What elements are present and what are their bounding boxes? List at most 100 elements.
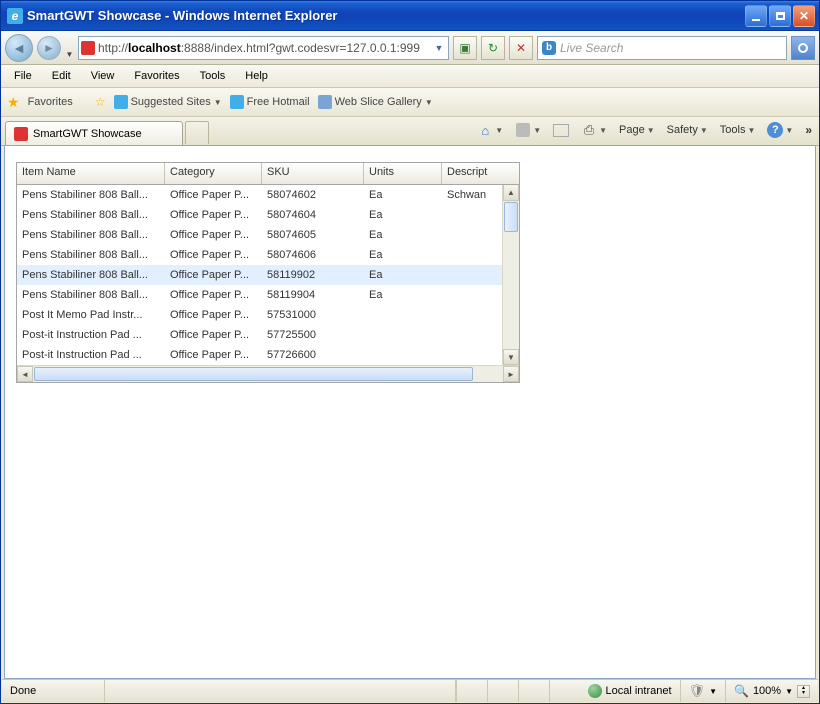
bing-icon: b [542, 41, 556, 55]
search-box[interactable]: b Live Search [537, 36, 787, 60]
cell: Office Paper P... [165, 189, 262, 201]
menu-view[interactable]: View [82, 68, 124, 84]
table-row[interactable]: Post It Memo Pad Instr...Office Paper P.… [17, 305, 503, 325]
safety-menu[interactable]: Safety▼ [664, 122, 711, 138]
cell: 57726600 [262, 349, 364, 361]
search-go-button[interactable] [791, 36, 815, 60]
security-zone[interactable]: Local intranet [580, 680, 681, 702]
vertical-scrollbar[interactable]: ▲ ▼ [502, 185, 519, 365]
nav-toolbar: ◄ ► ▼ http://localhost:8888/index.html?g… [1, 31, 819, 65]
protected-mode[interactable]: 🛡▼ [681, 680, 726, 702]
scroll-right-icon[interactable]: ► [503, 366, 519, 382]
table-row[interactable]: Pens Stabiliner 808 Ball...Office Paper … [17, 265, 503, 285]
tools-menu[interactable]: Tools▼ [717, 122, 759, 138]
cell: Pens Stabiliner 808 Ball... [17, 189, 165, 201]
site-icon [81, 41, 95, 55]
cell: 58074604 [262, 209, 364, 221]
menu-file[interactable]: File [5, 68, 41, 84]
web-slice-gallery[interactable]: Web Slice Gallery▼ [318, 95, 433, 109]
col-units[interactable]: Units [364, 163, 442, 184]
resize-grip-icon[interactable]: ▴▾ [797, 685, 810, 698]
refresh-button[interactable]: ↻ [481, 36, 505, 60]
close-button[interactable] [793, 5, 815, 27]
address-bar[interactable]: http://localhost:8888/index.html?gwt.cod… [78, 36, 449, 60]
stop-button[interactable]: ✕ [509, 36, 533, 60]
ie-icon: e [7, 8, 23, 24]
free-hotmail[interactable]: Free Hotmail [230, 95, 310, 109]
cell: Office Paper P... [165, 229, 262, 241]
search-placeholder: Live Search [560, 41, 623, 55]
col-item-name[interactable]: Item Name [17, 163, 165, 184]
suggested-sites[interactable]: Suggested Sites▼ [114, 95, 222, 109]
overflow-button[interactable]: » [802, 121, 815, 139]
cell: 58074606 [262, 249, 364, 261]
cell: Office Paper P... [165, 269, 262, 281]
vscroll-thumb[interactable] [504, 202, 518, 232]
magnifier-icon: 🔍 [734, 684, 749, 698]
cell: 58074602 [262, 189, 364, 201]
feeds-button[interactable]: ▼ [512, 120, 544, 140]
menu-edit[interactable]: Edit [43, 68, 80, 84]
grid-header: Item Name Category SKU Units Descript [17, 163, 519, 185]
ie-small-icon [230, 95, 244, 109]
cell: Ea [364, 229, 442, 241]
menu-favorites[interactable]: Favorites [125, 68, 188, 84]
cell: Pens Stabiliner 808 Ball... [17, 229, 165, 241]
cell: Ea [364, 249, 442, 261]
cell: Post It Memo Pad Instr... [17, 309, 165, 321]
cell: Ea [364, 209, 442, 221]
ie-small-icon [114, 95, 128, 109]
table-row[interactable]: Pens Stabiliner 808 Ball...Office Paper … [17, 285, 503, 305]
table-row[interactable]: Pens Stabiliner 808 Ball...Office Paper … [17, 205, 503, 225]
data-grid: Item Name Category SKU Units Descript Pe… [16, 162, 520, 383]
address-dropdown-icon[interactable]: ▼ [432, 43, 446, 53]
col-category[interactable]: Category [165, 163, 262, 184]
cell: Ea [364, 189, 442, 201]
status-text: Done [2, 680, 105, 702]
read-mail-button[interactable] [550, 120, 572, 140]
hscroll-thumb[interactable] [34, 367, 473, 381]
table-row[interactable]: Pens Stabiliner 808 Ball...Office Paper … [17, 245, 503, 265]
url-text: http://localhost:8888/index.html?gwt.cod… [98, 41, 429, 55]
cell: Pens Stabiliner 808 Ball... [17, 269, 165, 281]
menu-help[interactable]: Help [236, 68, 277, 84]
table-row[interactable]: Post-it Instruction Pad ...Office Paper … [17, 345, 503, 365]
tab-smartgwt-showcase[interactable]: SmartGWT Showcase [5, 121, 183, 145]
table-row[interactable]: Pens Stabiliner 808 Ball...Office Paper … [17, 185, 503, 205]
print-button[interactable]: ⎙▼ [578, 120, 610, 140]
scroll-left-icon[interactable]: ◄ [17, 366, 33, 382]
command-bar: ⌂▼ ▼ ⎙▼ Page▼ Safety▼ Tools▼ ?▼ » [474, 120, 815, 140]
nav-history-dropdown[interactable]: ▼ [65, 33, 74, 62]
titlebar: e SmartGWT Showcase - Windows Internet E… [1, 1, 819, 31]
cell: Post-it Instruction Pad ... [17, 349, 165, 361]
scroll-up-icon[interactable]: ▲ [503, 185, 519, 201]
new-tab-button[interactable] [185, 121, 209, 144]
cell: Pens Stabiliner 808 Ball... [17, 209, 165, 221]
zoom-control[interactable]: 🔍 100% ▼ ▴▾ [726, 680, 818, 702]
menu-tools[interactable]: Tools [191, 68, 235, 84]
home-button[interactable]: ⌂▼ [474, 120, 506, 140]
compat-button[interactable]: ▣ [453, 36, 477, 60]
help-button[interactable]: ?▼ [764, 120, 796, 140]
page-content: java2s.com Item Name Category SKU Units … [4, 145, 816, 679]
maximize-button[interactable] [769, 5, 791, 27]
page-menu[interactable]: Page▼ [616, 122, 658, 138]
cell: Ea [364, 269, 442, 281]
tab-site-icon [14, 127, 28, 141]
cell: 58074605 [262, 229, 364, 241]
col-descript[interactable]: Descript [442, 163, 500, 184]
star-icon: ★ [7, 94, 20, 111]
fav-add-icon[interactable]: ☆ [95, 95, 106, 109]
minimize-button[interactable] [745, 5, 767, 27]
table-row[interactable]: Post-it Instruction Pad ...Office Paper … [17, 325, 503, 345]
favorites-button[interactable]: Favorites [28, 96, 73, 108]
horizontal-scrollbar[interactable]: ◄ ► [17, 365, 519, 382]
col-sku[interactable]: SKU [262, 163, 364, 184]
table-row[interactable]: Pens Stabiliner 808 Ball...Office Paper … [17, 225, 503, 245]
forward-button[interactable]: ► [37, 36, 61, 60]
back-button[interactable]: ◄ [5, 34, 33, 62]
tab-strip: SmartGWT Showcase ⌂▼ ▼ ⎙▼ Page▼ Safety▼ … [1, 117, 819, 146]
cell: Pens Stabiliner 808 Ball... [17, 289, 165, 301]
cell: Post-it Instruction Pad ... [17, 329, 165, 341]
scroll-down-icon[interactable]: ▼ [503, 349, 519, 365]
